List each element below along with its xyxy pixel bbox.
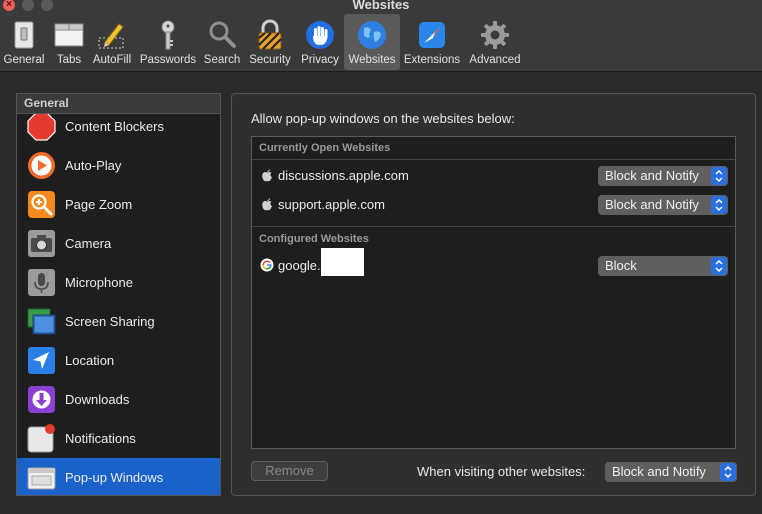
tabs-icon: [54, 23, 84, 47]
screen-sharing-icon: [27, 308, 56, 335]
autofill-pencil-icon: [98, 23, 124, 49]
hand-stop-icon: [306, 21, 334, 49]
padlock-icon: [258, 19, 282, 50]
tab-websites[interactable]: Websites: [344, 14, 400, 70]
tab-advanced[interactable]: Advanced: [466, 14, 524, 70]
key-icon: [161, 20, 175, 50]
tab-privacy[interactable]: Privacy: [298, 14, 342, 70]
table-row[interactable]: support.apple.com Block and Notify: [252, 190, 735, 219]
other-websites-label: When visiting other websites:: [417, 464, 586, 479]
tab-tabs[interactable]: Tabs: [50, 14, 88, 70]
sidebar-item-camera[interactable]: Camera: [17, 224, 220, 263]
popup-window-icon: [27, 467, 56, 490]
chevron-updown-icon: [720, 463, 736, 481]
popup-setting-select[interactable]: Block: [598, 256, 728, 276]
sidebar-item-microphone[interactable]: Microphone: [17, 263, 220, 302]
popup-setting-select[interactable]: Block and Notify: [598, 166, 728, 186]
sidebar[interactable]: Content Blockers Auto-Play Page Zoom Cam…: [16, 93, 221, 496]
window-title: Websites: [352, 0, 410, 12]
extensions-icon: [419, 22, 445, 48]
sidebar-item-downloads[interactable]: Downloads: [17, 380, 220, 419]
apple-icon: [262, 198, 272, 211]
magnifying-glass-icon: [209, 21, 236, 48]
download-icon: [28, 386, 55, 413]
notification-icon: [27, 424, 55, 453]
popup-windows-panel: Allow pop-up windows on the websites bel…: [231, 93, 756, 496]
other-websites-select[interactable]: Block and Notify: [605, 462, 737, 482]
tab-general[interactable]: General: [0, 14, 48, 70]
chevron-updown-icon: [711, 167, 727, 185]
websites-table[interactable]: Currently Open Websites discussions.appl…: [251, 136, 736, 449]
sidebar-list: Content Blockers Auto-Play Page Zoom Cam…: [17, 107, 220, 495]
toolbar: × Websites General Tabs AutoFill Passwor…: [0, 0, 762, 72]
stop-sign-icon: [27, 112, 56, 141]
camera-icon: [28, 230, 55, 257]
chevron-updown-icon: [711, 257, 727, 275]
globe-icon: [358, 21, 386, 49]
sidebar-item-screen-sharing[interactable]: Screen Sharing: [17, 302, 220, 341]
remove-button[interactable]: Remove: [251, 461, 328, 481]
tab-extensions[interactable]: Extensions: [402, 14, 462, 70]
tab-security[interactable]: Security: [246, 14, 294, 70]
sidebar-item-location[interactable]: Location: [17, 341, 220, 380]
tab-search[interactable]: Search: [202, 14, 242, 70]
microphone-icon: [28, 269, 55, 296]
redaction-box: [321, 248, 364, 276]
apple-icon: [262, 169, 272, 182]
sidebar-item-page-zoom[interactable]: Page Zoom: [17, 185, 220, 224]
general-switch-icon: [14, 21, 34, 49]
sidebar-header: General: [17, 94, 220, 114]
chevron-updown-icon: [711, 196, 727, 214]
section-header-open: Currently Open Websites: [259, 142, 391, 154]
zoom-icon: [28, 191, 55, 218]
sidebar-item-auto-play[interactable]: Auto-Play: [17, 146, 220, 185]
location-arrow-icon: [28, 347, 55, 374]
google-icon: [260, 258, 274, 272]
panel-description: Allow pop-up windows on the websites bel…: [251, 111, 515, 126]
tab-autofill[interactable]: AutoFill: [90, 14, 134, 70]
section-header-configured: Configured Websites: [259, 233, 369, 245]
table-row[interactable]: google. Block: [252, 248, 735, 280]
play-icon: [28, 152, 55, 179]
sidebar-item-notifications[interactable]: Notifications: [17, 419, 220, 458]
tab-passwords[interactable]: Passwords: [138, 14, 198, 70]
sidebar-item-popup-windows[interactable]: Pop-up Windows: [17, 458, 220, 495]
table-row[interactable]: discussions.apple.com Block and Notify: [252, 161, 735, 190]
gear-icon: [481, 21, 509, 49]
popup-setting-select[interactable]: Block and Notify: [598, 195, 728, 215]
